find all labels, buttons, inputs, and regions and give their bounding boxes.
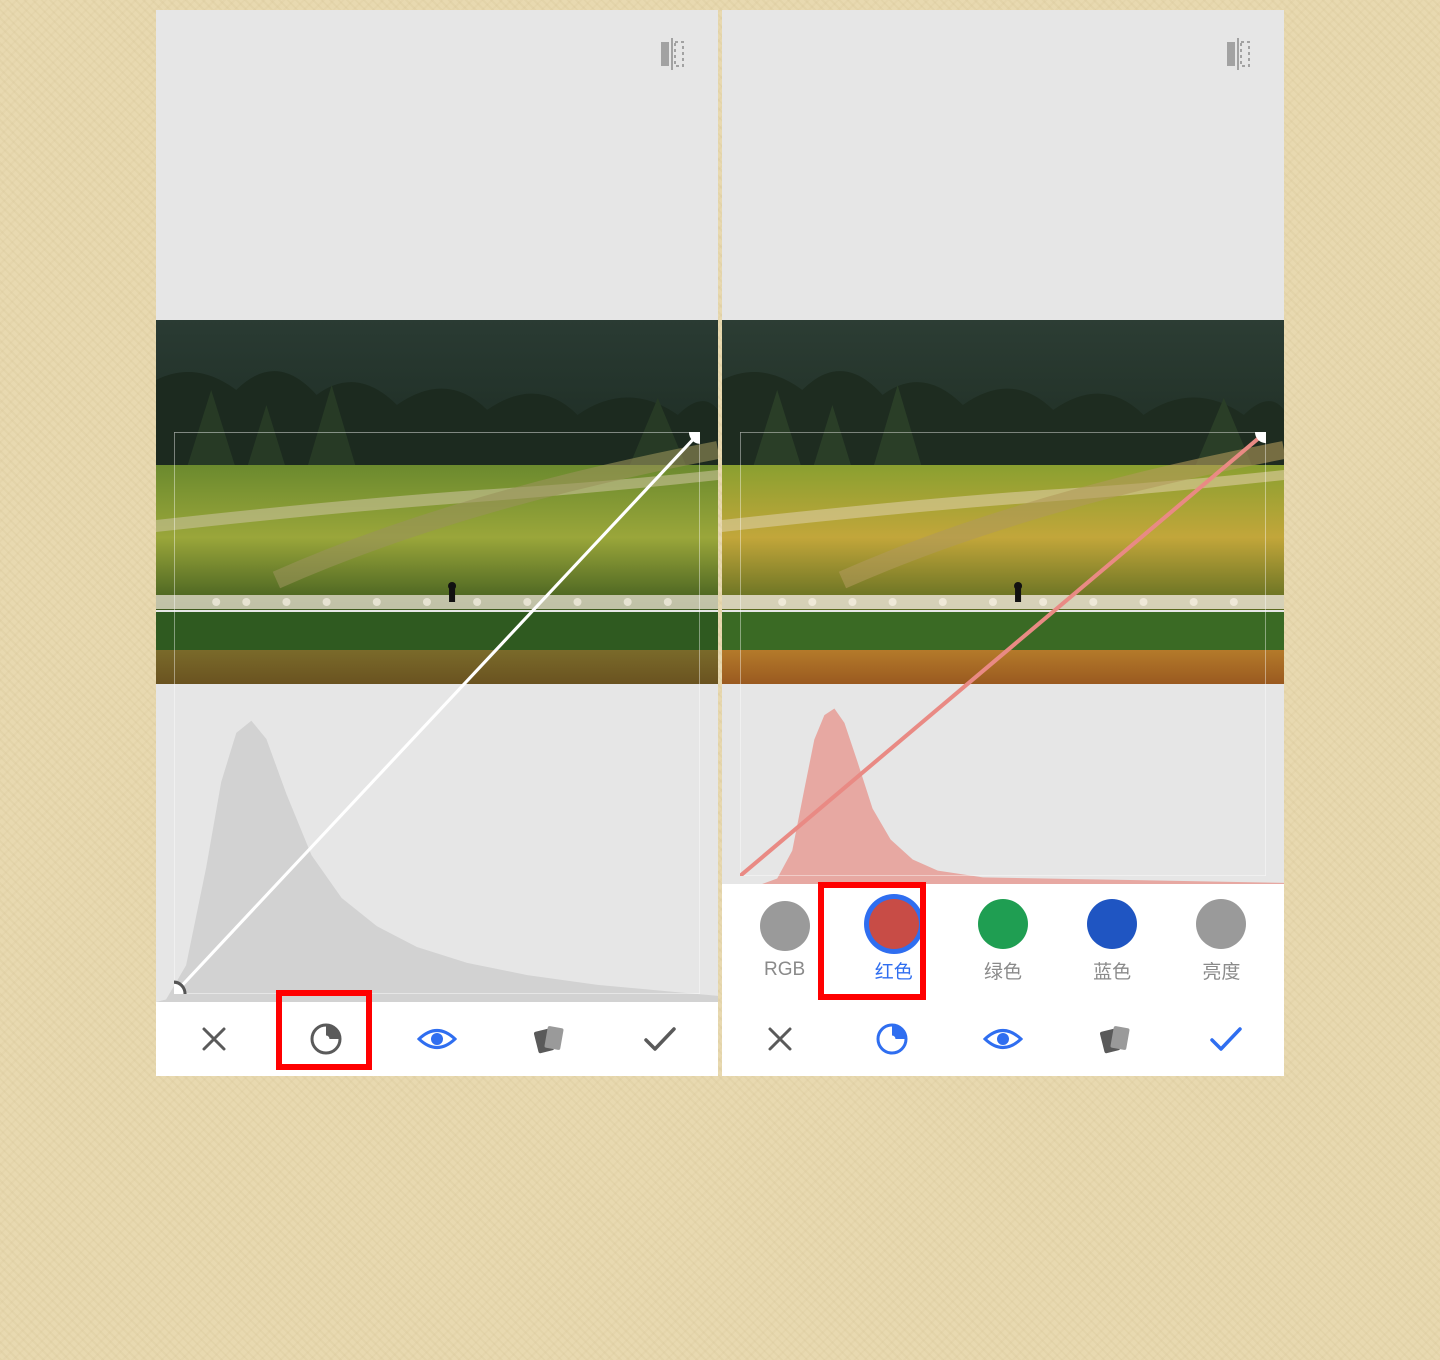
channel-blue[interactable]: 蓝色: [1067, 899, 1157, 984]
channel-label: RGB: [764, 959, 805, 981]
compare-icon[interactable]: [650, 32, 694, 76]
channel-bar: RGB 红色 绿色 蓝色 亮度: [722, 884, 1284, 1002]
bottom-toolbar: [156, 1002, 718, 1076]
channel-label: 亮度: [1202, 957, 1240, 984]
swatch-luma: [1196, 899, 1246, 949]
photo-preview[interactable]: [722, 320, 1284, 684]
swatch-rgb: [760, 901, 810, 951]
swatch-green: [978, 899, 1028, 949]
channel-luma[interactable]: 亮度: [1176, 899, 1266, 984]
phone-left: [156, 10, 718, 1076]
close-button[interactable]: [174, 1009, 254, 1069]
histogram-area: [722, 684, 1284, 884]
channel-green[interactable]: 绿色: [958, 899, 1048, 984]
confirm-button[interactable]: [1186, 1009, 1266, 1069]
channel-button[interactable]: [852, 1009, 932, 1069]
channel-red[interactable]: 红色: [849, 899, 939, 984]
screenshot-pair: RGB 红色 绿色 蓝色 亮度: [156, 10, 1284, 1076]
channel-button[interactable]: [286, 1009, 366, 1069]
eye-button[interactable]: [397, 1009, 477, 1069]
canvas-top-gap: [722, 10, 1284, 320]
phone-right: RGB 红色 绿色 蓝色 亮度: [722, 10, 1284, 1076]
channel-label: 红色: [875, 957, 913, 984]
confirm-button[interactable]: [620, 1009, 700, 1069]
channel-rgb[interactable]: RGB: [740, 901, 830, 981]
canvas-top-gap: [156, 10, 718, 320]
cards-button[interactable]: [1075, 1009, 1155, 1069]
compare-icon[interactable]: [1216, 32, 1260, 76]
bottom-toolbar: [722, 1002, 1284, 1076]
eye-button[interactable]: [963, 1009, 1043, 1069]
cards-button[interactable]: [509, 1009, 589, 1069]
photo-preview[interactable]: [156, 320, 718, 684]
swatch-blue: [1087, 899, 1137, 949]
channel-label: 绿色: [984, 957, 1022, 984]
swatch-red: [869, 899, 919, 949]
close-button[interactable]: [740, 1009, 820, 1069]
channel-label: 蓝色: [1093, 957, 1131, 984]
histogram-area: [156, 684, 718, 1002]
